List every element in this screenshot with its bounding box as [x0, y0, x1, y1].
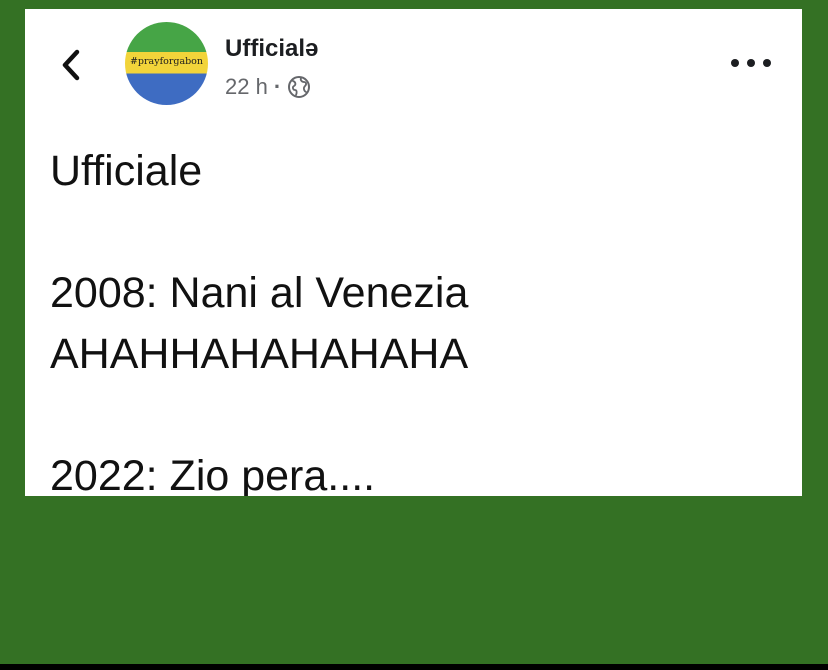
avatar[interactable]: #prayforgabon	[125, 22, 208, 105]
post-time[interactable]: 22 h	[225, 76, 268, 98]
post-text: Ufficiale 2008: Nani al Venezia AHAHHAHA…	[50, 147, 469, 496]
meta-separator: ·	[273, 74, 282, 99]
back-button[interactable]	[58, 47, 86, 83]
author-name[interactable]: Ufficialə	[225, 37, 318, 61]
avatar-hashtag: #prayforgabon	[129, 56, 204, 67]
bottom-edge-bar	[0, 664, 828, 670]
post-card: #prayforgabon Ufficialə 22 h · Ufficiale…	[25, 9, 802, 496]
more-dot	[731, 59, 739, 67]
more-options-button[interactable]	[731, 53, 771, 73]
globe-icon[interactable]	[287, 75, 311, 99]
post-meta: 22 h ·	[225, 75, 311, 99]
more-dot	[763, 59, 771, 67]
more-dot	[747, 59, 755, 67]
chevron-left-icon	[62, 49, 80, 81]
